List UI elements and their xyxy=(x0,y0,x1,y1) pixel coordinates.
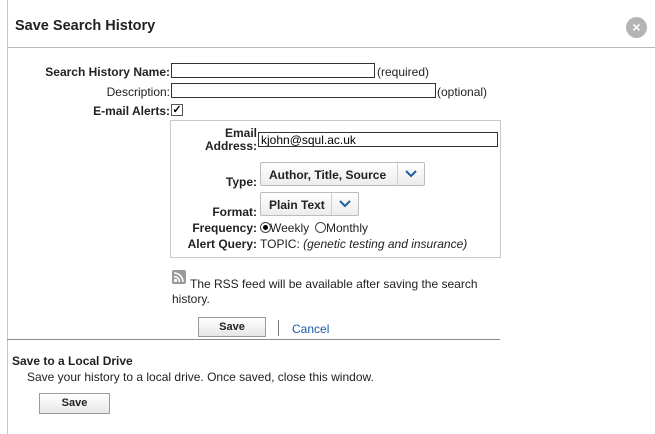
email-alerts-checkbox[interactable]: ✓ xyxy=(171,104,183,116)
required-hint: (required) xyxy=(377,65,430,79)
description-label: Description: xyxy=(106,85,170,99)
rss-icon xyxy=(172,270,186,284)
chevron-down-icon xyxy=(331,193,358,215)
dialog-title: Save Search History xyxy=(15,18,156,34)
search-history-name-input[interactable] xyxy=(171,63,375,78)
rss-note-line1: The RSS feed will be available after sav… xyxy=(190,277,478,291)
frequency-monthly-radio[interactable] xyxy=(315,222,326,233)
title-divider xyxy=(7,47,655,48)
left-border xyxy=(7,0,8,434)
rss-note-line2: history. xyxy=(172,292,210,306)
save-button[interactable]: Save xyxy=(198,317,266,337)
frequency-weekly-label: Weekly xyxy=(270,221,310,235)
alert-settings-panel: Email Address: Type: Author, Title, Sour… xyxy=(170,120,501,258)
search-history-name-label: Search History Name: xyxy=(45,65,170,79)
action-separator xyxy=(278,320,279,336)
local-save-button[interactable]: Save xyxy=(39,393,110,414)
type-label: Type: xyxy=(225,175,257,189)
frequency-label: Frequency: xyxy=(192,221,257,235)
frequency-monthly-label: Monthly xyxy=(326,221,369,235)
email-label-line2: Address: xyxy=(204,139,257,153)
close-icon[interactable]: × xyxy=(626,17,647,38)
chevron-down-icon xyxy=(397,163,424,185)
save-search-history-dialog: Save Search History × Search History Nam… xyxy=(0,0,655,434)
type-select-value: Author, Title, Source xyxy=(269,168,387,182)
email-alerts-label: E-mail Alerts: xyxy=(93,104,170,118)
local-drive-description: Save your history to a local drive. Once… xyxy=(27,370,374,384)
type-select[interactable]: Author, Title, Source xyxy=(260,162,425,186)
alert-query-text: (genetic testing and insurance) xyxy=(303,237,468,251)
optional-hint: (optional) xyxy=(437,85,488,99)
local-drive-heading: Save to a Local Drive xyxy=(12,354,133,368)
alert-query-value: TOPIC: (genetic testing and insurance) xyxy=(260,237,467,251)
email-address-label: Email Address: xyxy=(171,127,257,153)
description-input[interactable] xyxy=(171,83,436,98)
section-divider xyxy=(7,339,500,340)
alert-query-prefix: TOPIC: xyxy=(260,237,300,251)
format-select[interactable]: Plain Text xyxy=(260,192,359,216)
email-address-input[interactable] xyxy=(258,132,498,147)
cancel-link[interactable]: Cancel xyxy=(292,322,329,336)
format-select-value: Plain Text xyxy=(269,198,325,212)
alert-query-label: Alert Query: xyxy=(187,237,257,251)
format-label: Format: xyxy=(212,205,257,219)
